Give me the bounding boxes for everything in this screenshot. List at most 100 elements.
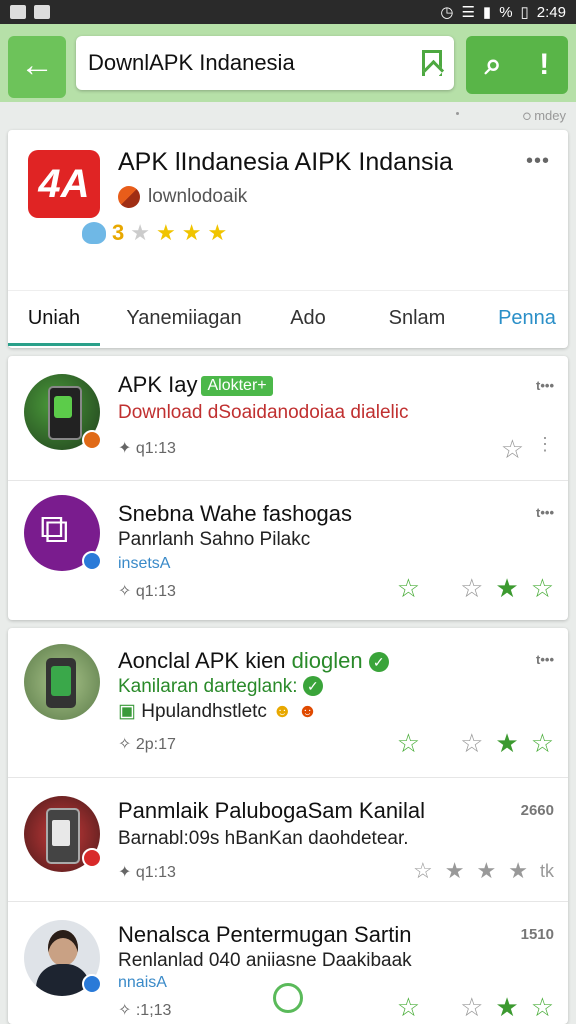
item-title: Panmlaik PalubogaSam Kanilal bbox=[118, 798, 425, 823]
alarm-icon: ◷ bbox=[440, 4, 454, 21]
app-card: 4A APK lIndanesia AIPK Indansia lownlodo… bbox=[8, 130, 568, 348]
item-title: Aonclal APK kien dioglen ✓ bbox=[118, 648, 389, 674]
item-count: 1510 bbox=[520, 926, 554, 943]
item-actions: ☆ ☆ ★ ☆ bbox=[397, 992, 554, 1023]
results-card: Aonclal APK kien dioglen ✓ Kanilaran dar… bbox=[8, 628, 568, 1024]
battery-percent: % bbox=[499, 3, 513, 21]
list-item[interactable]: Panmlaik PalubogaSam Kanilal Barnabl:09s… bbox=[8, 778, 568, 902]
status-bar: ◷ ☰ ▮ % ▯ 2:49 bbox=[0, 0, 576, 24]
item-subtitle-2: nnaisA bbox=[118, 974, 167, 991]
item-actions: ☆ ★ ★ ★ tk bbox=[413, 858, 554, 884]
item-title: Nenalsca Pentermugan Sartin bbox=[118, 922, 412, 947]
emoji-icon: ☻ bbox=[297, 701, 318, 722]
tab-snlam[interactable]: Snlam bbox=[348, 291, 486, 346]
back-button[interactable]: ← bbox=[8, 36, 66, 98]
search-query: DownlAPK Indanesia bbox=[88, 50, 295, 75]
star-outline-icon[interactable]: ☆ bbox=[397, 728, 420, 759]
item-title: APK Iay Alokter+ bbox=[118, 372, 273, 398]
star-filled-icon[interactable]: ★ bbox=[495, 992, 518, 1023]
verified-icon: ✓ bbox=[368, 652, 389, 672]
item-meta: ✧ :1;13 bbox=[118, 1002, 172, 1019]
star-outline-icon[interactable]: ☆ bbox=[460, 573, 483, 604]
item-subtitle: Panrlanh Sahno Pilakc bbox=[118, 529, 311, 550]
item-meta: ✧ q1:13 bbox=[118, 583, 176, 600]
star-full-icon: ★ bbox=[207, 220, 228, 245]
star-outline-icon[interactable]: ☆ bbox=[531, 573, 554, 604]
item-actions: ☆ ☆ ★ ☆ bbox=[397, 728, 554, 759]
signal-icon: ▮ bbox=[482, 4, 492, 21]
star-empty-icon: ★ bbox=[130, 220, 150, 245]
item-title: Snebna Wahe fashogas bbox=[118, 501, 353, 526]
star-outline-icon[interactable]: ☆ bbox=[413, 858, 433, 884]
more-icon[interactable]: ⋮ bbox=[536, 434, 554, 465]
badge-icon bbox=[82, 848, 102, 868]
list-item[interactable]: Aonclal APK kien dioglen ✓ Kanilaran dar… bbox=[8, 628, 568, 778]
battery-icon: ▯ bbox=[520, 4, 529, 21]
wifi-icon: ☰ bbox=[461, 4, 475, 21]
search-field[interactable]: DownlAPK Indanesia bbox=[76, 36, 454, 90]
item-subtitle: Barnabl:09s hBanKan daohdetear. bbox=[118, 828, 409, 849]
star-outline-icon[interactable]: ☆ bbox=[460, 728, 483, 759]
item-subtitle: Kanilaran darteglank: ✓ bbox=[118, 676, 323, 698]
message-icon bbox=[34, 5, 50, 19]
clock: 2:49 bbox=[536, 3, 566, 21]
bookmark-icon[interactable] bbox=[422, 50, 442, 76]
star-filled-icon[interactable]: ★ bbox=[495, 573, 518, 604]
item-tail: tk bbox=[539, 860, 554, 881]
item-tag: Alokter+ bbox=[201, 376, 273, 396]
tab-ado[interactable]: Ado bbox=[268, 291, 348, 346]
star-full-icon: ★ bbox=[181, 220, 202, 245]
item-count: 2660 bbox=[520, 802, 554, 819]
star-small-icon[interactable]: ★ bbox=[445, 858, 465, 884]
list-item[interactable]: Snebna Wahe fashogas Panrlanh Sahno Pila… bbox=[8, 481, 568, 620]
rating-row: 3 ★ ★ ★ ★ bbox=[82, 220, 227, 246]
emoji-icon: ☻ bbox=[272, 701, 293, 722]
item-actions: ☆ ⋮ bbox=[501, 434, 554, 465]
star-full-icon: ★ bbox=[155, 220, 176, 245]
tab-uniah[interactable]: Uniah bbox=[8, 291, 100, 346]
star-small-icon[interactable]: ★ bbox=[477, 858, 497, 884]
app-icon bbox=[24, 644, 100, 720]
toolbar: ← DownlAPK Indanesia ⌕ ! bbox=[0, 24, 576, 102]
badge-icon bbox=[82, 430, 102, 450]
back-arrow-icon: ← bbox=[20, 46, 54, 84]
tab-yanemiiagan[interactable]: Yanemiiagan bbox=[100, 291, 268, 346]
star-outline-icon[interactable]: ☆ bbox=[460, 992, 483, 1023]
item-subtitle-2: insetsA bbox=[118, 555, 171, 572]
item-count: t••• bbox=[536, 378, 554, 393]
tab-penna[interactable]: Penna bbox=[486, 291, 568, 346]
top-note: ഠ mdey bbox=[521, 108, 566, 123]
list-item[interactable]: APK Iay Alokter+ Download dSoaidanodoiaa … bbox=[8, 356, 568, 481]
item-subtitle: Renlanlad 040 aniiasne Daakibaak bbox=[118, 950, 412, 971]
item-subtitle-2: ▣ Hpulandhstletc ☻ ☻ bbox=[118, 701, 318, 722]
item-count: t••• bbox=[536, 505, 554, 520]
item-meta: ✦ q1:13 bbox=[118, 440, 176, 457]
verified-badge-icon bbox=[82, 974, 102, 994]
rating-value: 3 bbox=[112, 220, 125, 245]
developer-name: lownlodoaik bbox=[148, 186, 248, 207]
star-outline-icon[interactable]: ☆ bbox=[501, 434, 524, 465]
item-count: t••• bbox=[536, 652, 554, 667]
verified-icon: ✓ bbox=[302, 676, 323, 696]
star-outline-icon[interactable]: ☆ bbox=[531, 992, 554, 1023]
results-card: APK Iay Alokter+ Download dSoaidanodoiaa … bbox=[8, 356, 568, 620]
item-actions: ☆ ☆ ★ ☆ bbox=[397, 573, 554, 604]
star-outline-icon[interactable]: ☆ bbox=[397, 573, 420, 604]
app-title: APK lIndanesia AIPK Indansia bbox=[118, 148, 453, 176]
developer-row: lownlodoaik bbox=[118, 186, 247, 208]
loading-indicator bbox=[273, 983, 303, 1013]
badge-icon bbox=[82, 551, 102, 571]
user-icon bbox=[82, 222, 106, 244]
overflow-menu-icon[interactable]: ••• bbox=[526, 150, 550, 173]
star-outline-icon[interactable]: ☆ bbox=[397, 992, 420, 1023]
alert-icon[interactable]: ! bbox=[539, 48, 549, 82]
app-logo: 4A bbox=[28, 150, 100, 218]
search-action-button[interactable]: ⌕ ! bbox=[466, 36, 568, 94]
divider-dot bbox=[456, 112, 459, 115]
search-icon[interactable]: ⌕ bbox=[485, 48, 502, 82]
tab-bar: Uniah Yanemiiagan Ado Snlam Penna bbox=[8, 290, 568, 346]
star-outline-icon[interactable]: ☆ bbox=[531, 728, 554, 759]
notification-icon bbox=[10, 5, 26, 19]
star-filled-icon[interactable]: ★ bbox=[495, 728, 518, 759]
star-small-icon[interactable]: ★ bbox=[508, 858, 528, 884]
